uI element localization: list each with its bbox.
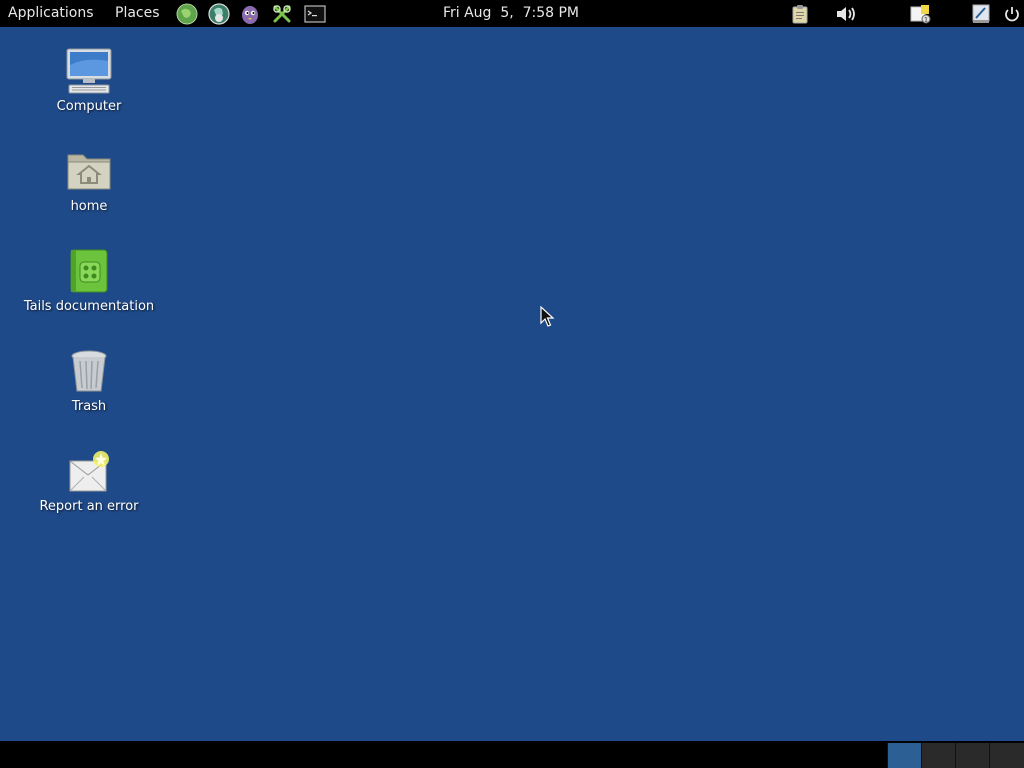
trash-icon <box>71 350 107 392</box>
desktop-icon-home[interactable]: home <box>14 147 164 214</box>
computer-icon <box>66 48 112 94</box>
clock[interactable]: Fri Aug 5, 7:58 PM <box>411 0 611 27</box>
desktop-icon-label: Trash <box>71 399 107 414</box>
desktop-icon-tails-documentation[interactable]: Tails documentation <box>14 247 164 314</box>
workspace-4[interactable] <box>989 743 1024 768</box>
desktop-icon-label: Tails documentation <box>23 299 155 314</box>
terminal-launcher[interactable] <box>303 2 327 25</box>
applications-menu[interactable]: Applications <box>0 0 102 27</box>
unsafe-browser-icon <box>208 2 230 25</box>
clipboard-tray-button[interactable] <box>787 2 813 25</box>
svg-text:1: 1 <box>924 16 928 23</box>
pidgin-icon <box>242 5 258 24</box>
power-tray-button[interactable] <box>1000 2 1024 25</box>
workspace-1[interactable] <box>887 743 921 768</box>
volume-tray-button[interactable] <box>834 2 860 25</box>
places-menu[interactable]: Places <box>107 0 168 27</box>
pidgin-launcher[interactable] <box>238 2 262 25</box>
desktop-icon-computer[interactable]: Computer <box>14 47 164 114</box>
desktop-icon-label: home <box>70 199 108 214</box>
unsafe-browser-launcher[interactable] <box>207 2 231 25</box>
documentation-icon <box>70 249 108 293</box>
tor-browser-icon <box>176 3 198 24</box>
notification-icon: 1 <box>910 4 931 23</box>
keepassx-icon <box>273 4 291 22</box>
workspace-3[interactable] <box>955 743 989 768</box>
home-folder-icon <box>67 154 111 190</box>
clipboard-icon <box>792 4 808 23</box>
desktop-icon-label: Report an error <box>39 499 139 514</box>
bottom-panel <box>0 741 1024 768</box>
desktop-icon-label: Computer <box>56 99 122 114</box>
power-icon <box>1005 6 1019 21</box>
workspace-2[interactable] <box>921 743 955 768</box>
desktop-icon-trash[interactable]: Trash <box>14 347 164 414</box>
terminal-icon <box>304 4 326 23</box>
notification-tray-button[interactable]: 1 <box>908 2 934 25</box>
keepassx-launcher[interactable] <box>270 2 294 25</box>
accessibility-icon <box>972 4 990 23</box>
accessibility-tray-button[interactable] <box>968 2 994 25</box>
volume-icon <box>837 6 855 21</box>
desktop-icon-report-an-error[interactable]: Report an error <box>14 447 164 514</box>
report-error-icon <box>69 451 109 492</box>
mouse-cursor-icon <box>540 306 555 327</box>
top-panel: Applications Places Fri Aug 5, 7:58 PM 1 <box>0 0 1024 27</box>
tor-browser-launcher[interactable] <box>175 2 199 25</box>
